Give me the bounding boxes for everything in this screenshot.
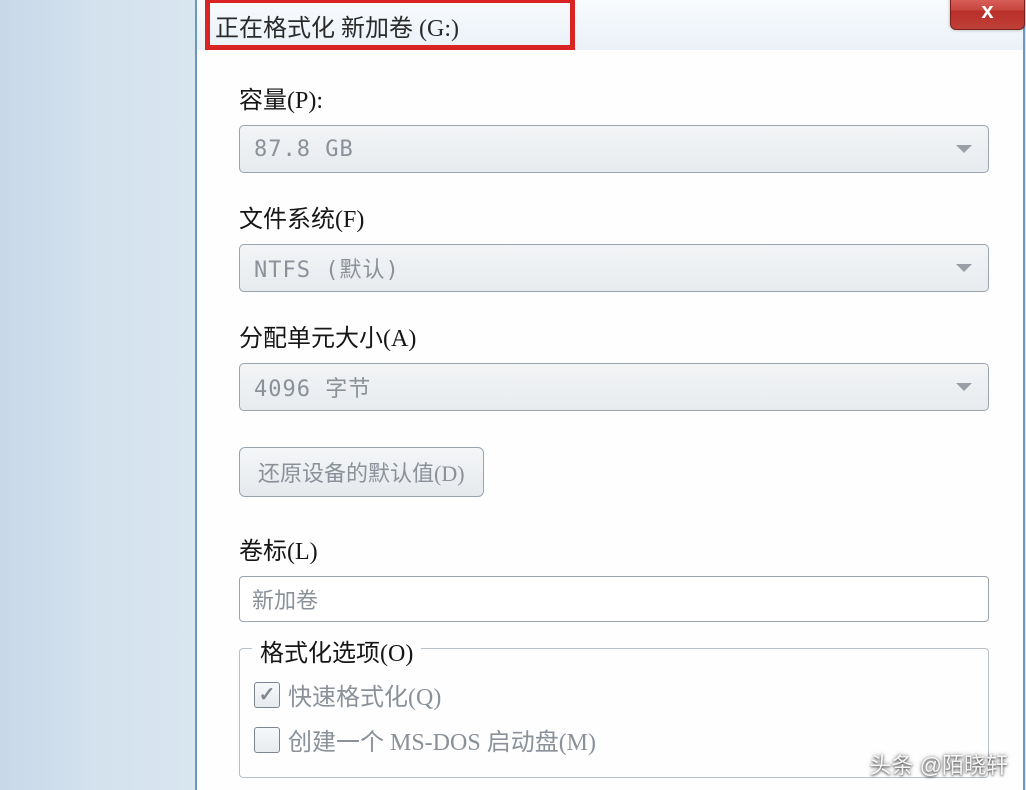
allocation-dropdown[interactable]: 4096 字节 <box>239 363 989 411</box>
chevron-down-icon <box>956 264 972 272</box>
format-options-fieldset: 格式化选项(O) 快速格式化(Q) 创建一个 MS-DOS 启动盘(M) <box>239 648 989 778</box>
allocation-group: 分配单元大小(A) 4096 字节 <box>239 318 989 411</box>
capacity-value: 87.8 GB <box>254 137 354 162</box>
format-dialog: 正在格式化 新加卷 (G:) x 容量(P): 87.8 GB 文件系统(F) … <box>195 0 1025 790</box>
restore-defaults-button[interactable]: 还原设备的默认值(D) <box>239 447 484 497</box>
window-left-shadow <box>0 0 195 790</box>
window-title: 正在格式化 新加卷 (G:) <box>215 8 459 43</box>
chevron-down-icon <box>956 383 972 391</box>
quick-format-checkbox[interactable] <box>254 682 280 708</box>
filesystem-label: 文件系统(F) <box>239 199 989 234</box>
volume-label-input[interactable] <box>239 576 989 622</box>
allocation-label: 分配单元大小(A) <box>239 318 989 353</box>
dialog-content: 容量(P): 87.8 GB 文件系统(F) NTFS (默认) 分配单元大小(… <box>197 50 1023 788</box>
filesystem-group: 文件系统(F) NTFS (默认) <box>239 199 989 292</box>
allocation-value: 4096 字节 <box>254 371 371 403</box>
quick-format-row[interactable]: 快速格式化(Q) <box>254 677 972 712</box>
format-options-legend: 格式化选项(O) <box>252 633 421 668</box>
volume-label-label: 卷标(L) <box>239 531 989 566</box>
bootdisk-row[interactable]: 创建一个 MS-DOS 启动盘(M) <box>254 722 972 757</box>
bootdisk-checkbox[interactable] <box>254 727 280 753</box>
filesystem-value: NTFS (默认) <box>254 252 400 284</box>
titlebar[interactable]: 正在格式化 新加卷 (G:) x <box>197 0 1023 50</box>
capacity-group: 容量(P): 87.8 GB <box>239 80 989 173</box>
chevron-down-icon <box>956 145 972 153</box>
capacity-label: 容量(P): <box>239 80 989 115</box>
close-button[interactable]: x <box>950 0 1025 30</box>
quick-format-label: 快速格式化(Q) <box>288 677 441 712</box>
restore-wrap: 还原设备的默认值(D) <box>239 447 989 497</box>
capacity-dropdown[interactable]: 87.8 GB <box>239 125 989 173</box>
volume-label-group: 卷标(L) <box>239 531 989 622</box>
close-icon: x <box>981 0 993 24</box>
filesystem-dropdown[interactable]: NTFS (默认) <box>239 244 989 292</box>
bootdisk-label: 创建一个 MS-DOS 启动盘(M) <box>288 722 596 757</box>
